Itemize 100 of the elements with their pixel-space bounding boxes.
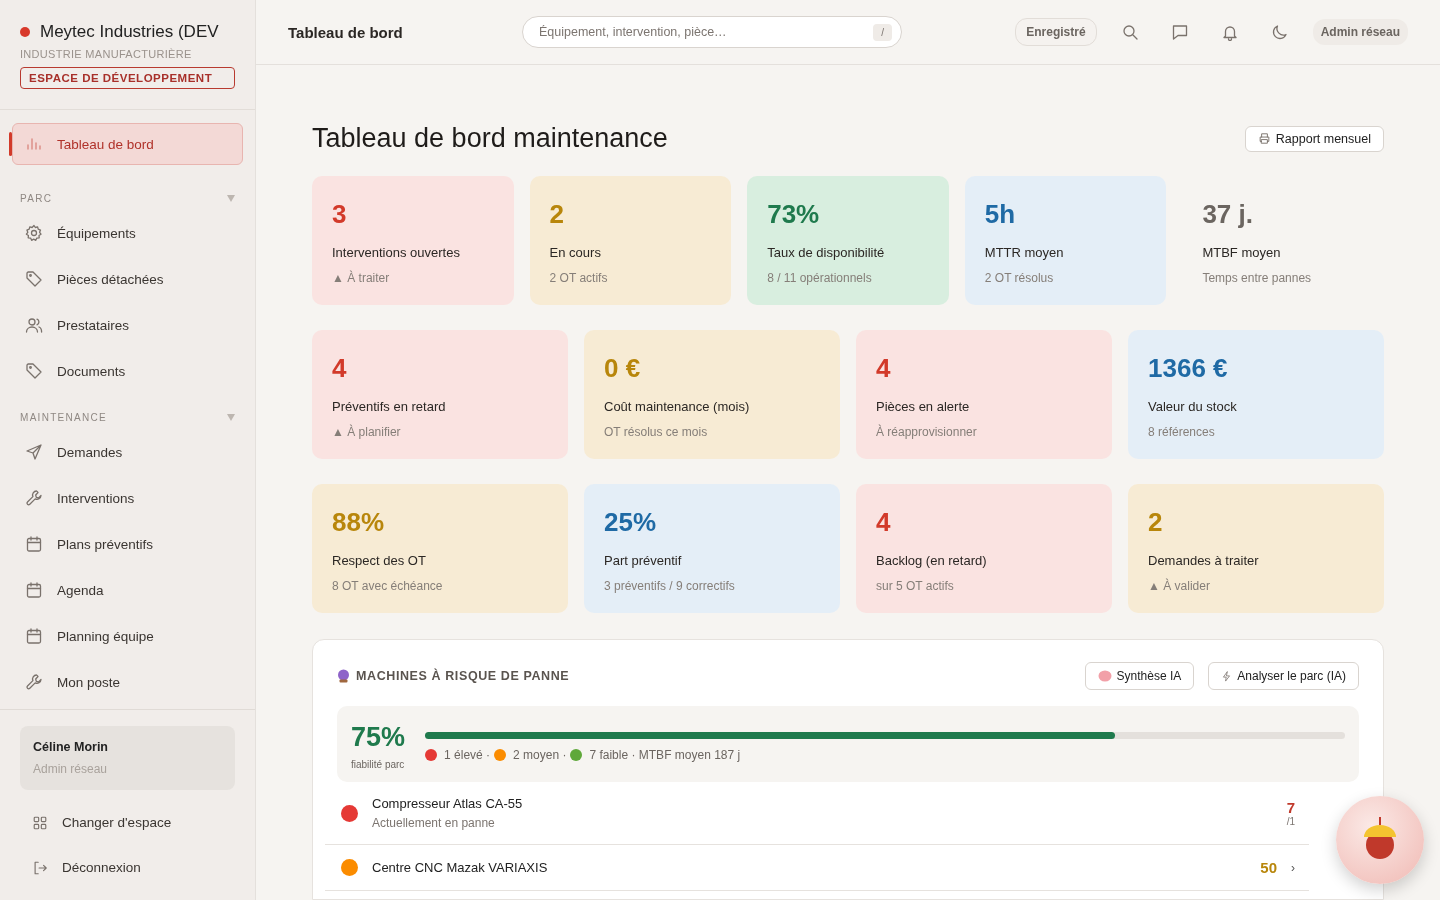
- kpi-value: 3: [332, 200, 348, 229]
- legend-label: 7 faible · MTBF moyen 187 j: [589, 748, 741, 762]
- sidebar-item[interactable]: Tableau de bord: [12, 123, 243, 165]
- kpi-label: MTTR moyen: [984, 244, 1065, 260]
- tag-icon: [25, 362, 43, 380]
- kpi-value: 37 j.: [1202, 200, 1254, 229]
- reliability-value: 75%: [351, 722, 406, 753]
- kpi-label: Interventions ouvertes: [332, 244, 461, 260]
- kpi-value: 73%: [767, 200, 821, 229]
- kpi-label: Coût maintenance (mois): [604, 398, 751, 414]
- sidebar-item[interactable]: Demandes: [12, 429, 243, 475]
- kpi-label: Pièces en alerte: [876, 398, 971, 414]
- kpi-value: 2: [1148, 508, 1164, 537]
- save-status: Enregistré: [1015, 18, 1097, 46]
- kpi-value: 2: [549, 200, 566, 229]
- risk-score: 50: [1260, 859, 1277, 876]
- user-role: Admin réseau: [33, 762, 109, 776]
- status-dot: [20, 27, 30, 37]
- risk-score: 7: [1286, 799, 1295, 816]
- organization-name: Meytec Industries (DEV: [40, 22, 219, 42]
- kpi-caption: ▲ À planifier: [332, 424, 402, 439]
- kpi-caption: 2 OT actifs: [549, 270, 609, 285]
- kpi-caption: 8 OT avec échéance: [332, 578, 444, 593]
- brain-icon: [1097, 670, 1112, 682]
- machine-status: Actuellement en panne: [372, 816, 496, 830]
- organization-type: INDUSTRIE MANUFACTURIÈRE: [20, 48, 193, 60]
- page-title: Tableau de bord maintenance: [312, 123, 668, 154]
- sidebar-item[interactable]: Mon poste: [12, 659, 243, 705]
- environment-badge: ESPACE DE DÉVELOPPEMENT: [20, 67, 235, 89]
- paper-plane-icon: [25, 443, 43, 461]
- sidebar-item[interactable]: Prestataires: [12, 302, 243, 348]
- kpi-caption: 8 / 11 opérationnels: [767, 270, 873, 285]
- section-heading: PARC: [20, 193, 53, 204]
- kpi-value: 88%: [332, 508, 386, 537]
- user-name: Céline Morin: [33, 740, 109, 754]
- kpi-caption: À réapprovisionner: [876, 424, 978, 439]
- grid-icon: [32, 814, 48, 831]
- chat-bubble-icon: [1170, 23, 1189, 41]
- crystal-ball-icon: [337, 669, 350, 683]
- wrench-icon: [25, 489, 43, 507]
- kpi-value: 4: [876, 354, 892, 383]
- users-icon: [25, 316, 43, 334]
- kpi-label: Préventifs en retard: [332, 398, 447, 414]
- ai-button[interactable]: Analyser le parc (IA): [1208, 662, 1359, 690]
- sidebar-link[interactable]: Déconnexion: [20, 845, 235, 890]
- kpi-label: MTBF moyen: [1202, 244, 1282, 260]
- panel-title: MACHINES À RISQUE DE PANNE: [356, 669, 571, 683]
- search-icon: [1120, 23, 1139, 41]
- machine-row[interactable]: Compresseur Atlas CA-55 Actuellement en panne 7 /1: [325, 782, 1309, 845]
- shortcut-key: /: [873, 24, 892, 41]
- machine-row[interactable]: Centre CNC Mazak VARIAXIS 50 ›: [325, 845, 1309, 891]
- kpi-caption: OT résolus ce mois: [604, 424, 709, 439]
- kpi-caption: sur 5 OT actifs: [876, 578, 955, 593]
- kpi-label: Part préventif: [604, 552, 683, 568]
- sidebar-item[interactable]: Planning équipe: [12, 613, 243, 659]
- report-button[interactable]: Rapport mensuel: [1244, 125, 1384, 152]
- page-heading: Tableau de bord: [288, 23, 404, 41]
- role-button[interactable]: Admin réseau: [1312, 19, 1408, 45]
- user-card[interactable]: Céline Morin Admin réseau: [20, 726, 235, 790]
- section-heading: MAINTENANCE: [20, 412, 108, 423]
- kpi-label: Respect des OT: [332, 552, 427, 568]
- kpi-label: En cours: [549, 244, 602, 260]
- logout-icon: [32, 859, 48, 876]
- kpi-caption: 3 préventifs / 9 correctifs: [604, 578, 736, 593]
- kpi-label: Backlog (en retard): [876, 552, 988, 568]
- reliability-caption: fiabilité parc: [351, 759, 406, 770]
- kpi-value: 4: [876, 508, 892, 537]
- gear-icon: [25, 224, 43, 242]
- calendar-icon: [25, 535, 43, 553]
- kpi-caption: ▲ À valider: [1148, 578, 1211, 593]
- sidebar-item[interactable]: Équipements: [12, 210, 243, 256]
- calendar-icon: [25, 627, 43, 645]
- machine-name: Centre CNC Mazak VARIAXIS: [372, 860, 549, 875]
- kpi-label: Taux de disponibilité: [767, 244, 886, 260]
- sidebar-item[interactable]: Documents: [12, 348, 243, 394]
- legend-label: 1 élevé ·: [444, 748, 491, 762]
- kpi-label: Valeur du stock: [1148, 398, 1238, 414]
- printer-icon: [1257, 132, 1271, 145]
- machine-name: Compresseur Atlas CA-55: [372, 796, 524, 811]
- calendar-icon: [25, 581, 43, 599]
- sidebar-item[interactable]: Plans préventifs: [12, 521, 243, 567]
- tag-icon: [25, 270, 43, 288]
- assistant-button[interactable]: [1336, 796, 1424, 884]
- wrench-icon: [25, 673, 43, 691]
- sidebar-link[interactable]: Changer d'espace: [20, 800, 235, 845]
- chevron[interactable]: ›: [1291, 860, 1295, 875]
- kpi-caption: ▲ À traiter: [332, 270, 391, 285]
- bell-icon: [1220, 23, 1239, 41]
- sidebar-item[interactable]: Interventions: [12, 475, 243, 521]
- sidebar-item[interactable]: Agenda: [12, 567, 243, 613]
- kpi-label: Demandes à traiter: [1148, 552, 1260, 568]
- sidebar-item[interactable]: Pièces détachées: [12, 256, 243, 302]
- kpi-value: 25%: [604, 508, 658, 537]
- score-scale: /1: [1286, 816, 1295, 827]
- kpi-caption: Temps entre pannes: [1202, 270, 1313, 285]
- ai-button[interactable]: Synthèse IA: [1084, 662, 1195, 690]
- kpi-value: 4: [332, 354, 348, 383]
- legend-label: 2 moyen ·: [513, 748, 567, 762]
- kpi-value: 5h: [984, 200, 1017, 229]
- kpi-caption: 2 OT résolus: [984, 270, 1055, 285]
